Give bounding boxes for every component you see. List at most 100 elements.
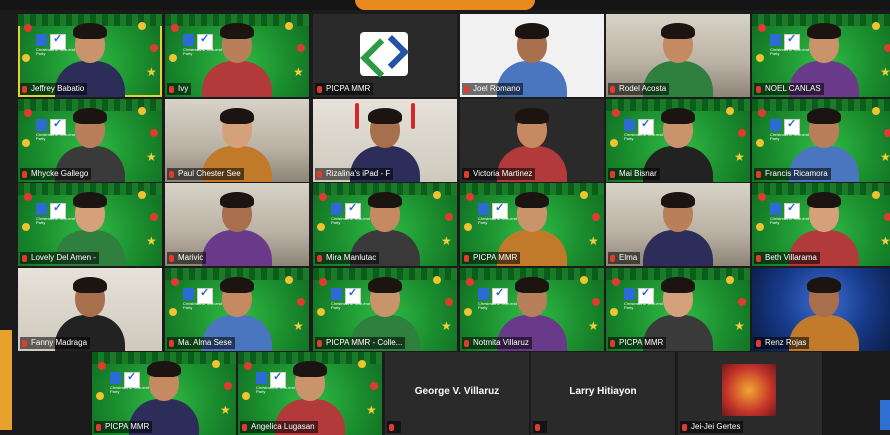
participant-nameplate: PICPA MMR <box>315 83 374 95</box>
participant-tile[interactable]: ★ ✓ Christmas & Year-end Party Ivy <box>165 14 309 97</box>
ornament-icon <box>610 308 618 316</box>
ornament-icon <box>884 44 890 52</box>
participant-tile[interactable]: Marivic <box>165 183 309 266</box>
ornament-icon <box>138 107 146 115</box>
participant-name-large: Larry Hitiayon <box>569 386 637 397</box>
microphone-muted-icon <box>169 85 174 93</box>
participant-name: Renz Rojas <box>765 338 807 347</box>
participant-nameplate: Joel Romano <box>462 83 524 95</box>
ornament-icon <box>884 129 890 137</box>
ornament-icon <box>756 139 764 147</box>
ornament-icon <box>612 278 620 286</box>
participant-tile[interactable]: ★ ✓ Christmas & Year-end Party Ma. Alma Ses… <box>165 268 309 351</box>
participant-tile[interactable]: Jei-Jei Gertes <box>678 352 822 435</box>
participant-nameplate <box>387 421 401 433</box>
ornament-icon <box>169 308 177 316</box>
participant-nameplate: PICPA MMR <box>608 337 667 349</box>
participant-tile[interactable]: Renz Rojas <box>752 268 890 351</box>
participant-tile[interactable]: Rodel Acosta <box>606 14 750 97</box>
participant-tile[interactable]: ★ ✓ Christmas & Year-end Party NOEL CANLAS <box>752 14 890 97</box>
participant-nameplate: Ma. Alma Sese <box>167 337 235 349</box>
participant-tile[interactable]: ★ ✓ Christmas & Year-end Party Lovely Del A… <box>18 183 162 266</box>
ornament-icon <box>138 22 146 30</box>
participant-tile[interactable]: ★ ✓ Christmas & Year-end Party Jeffrey Baba… <box>18 14 162 97</box>
participant-tile[interactable]: ★ ✓ Christmas & Year-end Party Beth Villara… <box>752 183 890 266</box>
left-decor-strip <box>0 330 12 430</box>
star-icon: ★ <box>220 403 231 417</box>
ornament-icon <box>244 362 252 370</box>
ornament-icon <box>592 213 600 221</box>
ornament-icon <box>24 193 32 201</box>
participant-name: Rodel Acosta <box>619 84 667 93</box>
participant-tile[interactable]: ★ ✓ Christmas & Year-end Party Mhycke Galle… <box>18 99 162 182</box>
ornament-icon <box>22 139 30 147</box>
ornament-icon <box>319 193 327 201</box>
microphone-muted-icon <box>464 254 469 262</box>
participant-tile[interactable]: ★ ✓ Christmas & Year-end Party PICPA MMR <box>92 352 236 435</box>
ornament-icon <box>872 191 880 199</box>
participant-nameplate: Angelica Lugasan <box>240 421 318 433</box>
participant-tile[interactable]: ★ ✓ Christmas & Year-end Party PICPA MMR - … <box>313 268 457 351</box>
participant-nameplate: Jei-Jei Gertes <box>680 421 744 433</box>
participant-name: NOEL CANLAS <box>765 84 821 93</box>
ornament-icon <box>445 298 453 306</box>
participant-nameplate: Elma <box>608 252 641 264</box>
ornament-icon <box>758 109 766 117</box>
microphone-muted-icon <box>317 254 322 262</box>
participant-tile[interactable]: Rizalina's iPad - F <box>313 99 457 182</box>
microphone-muted-icon <box>756 254 761 262</box>
microphone-muted-icon <box>317 339 322 347</box>
participant-tile[interactable]: ★ ✓ Christmas & Year-end Party Mai Bisnar <box>606 99 750 182</box>
ornament-icon <box>756 223 764 231</box>
ornament-icon <box>464 223 472 231</box>
ornament-icon <box>592 298 600 306</box>
ornament-icon <box>464 308 472 316</box>
ornament-icon <box>171 24 179 32</box>
ornament-icon <box>171 278 179 286</box>
participant-tile[interactable]: ★ ✓ Christmas & Year-end Party Angelica Lug… <box>238 352 382 435</box>
ornament-icon <box>580 191 588 199</box>
participant-name: Elma <box>619 253 638 262</box>
microphone-muted-icon <box>682 423 687 431</box>
participant-tile[interactable]: Victoria Martinez <box>460 99 604 182</box>
participant-tile[interactable]: Larry Hitiayon <box>531 352 675 435</box>
participant-nameplate: Renz Rojas <box>754 337 810 349</box>
ornament-icon <box>169 54 177 62</box>
microphone-muted-icon <box>389 423 394 431</box>
star-icon: ★ <box>588 234 599 248</box>
participant-tile[interactable]: Joel Romano <box>460 14 604 97</box>
participant-name: PICPA MMR <box>619 338 664 347</box>
microphone-muted-icon <box>22 339 27 347</box>
participant-name: Fanny Madraga <box>31 338 88 347</box>
star-icon: ★ <box>734 319 745 333</box>
star-icon: ★ <box>146 234 157 248</box>
participant-tile[interactable]: Paul Chester See <box>165 99 309 182</box>
participant-name: PICPA MMR <box>105 422 150 431</box>
participant-name: Paul Chester See <box>178 169 241 178</box>
star-icon: ★ <box>366 403 377 417</box>
participant-tile[interactable]: ★ ✓ Christmas & Year-end Party Notmita Vill… <box>460 268 604 351</box>
participant-tile[interactable]: ★ ✓ Christmas & Year-end Party Mira Manluta… <box>313 183 457 266</box>
participant-tile[interactable]: ★ ✓ Christmas & Year-end Party PICPA MMR <box>606 268 750 351</box>
orange-decor-tab <box>355 0 535 10</box>
participant-tile[interactable]: ★ ✓ Christmas & Year-end Party Francis Rica… <box>752 99 890 182</box>
microphone-muted-icon <box>756 85 761 93</box>
microphone-muted-icon <box>464 85 469 93</box>
ornament-icon <box>242 392 250 400</box>
participant-nameplate: Victoria Martinez <box>462 168 536 180</box>
participant-tile[interactable]: Fanny Madraga <box>18 268 162 351</box>
ornament-icon <box>24 109 32 117</box>
antler-headband <box>411 103 415 129</box>
ornament-icon <box>445 213 453 221</box>
participant-tile[interactable]: ★ ✓ Christmas & Year-end Party PICPA MMR <box>460 183 604 266</box>
christmas-poster-image <box>722 364 776 416</box>
microphone-muted-icon <box>610 170 615 178</box>
ornament-icon <box>758 193 766 201</box>
ornament-icon <box>285 276 293 284</box>
participant-name: PICPA MMR <box>326 84 371 93</box>
antler-headband <box>355 103 359 129</box>
participant-tile[interactable]: Elma <box>606 183 750 266</box>
participant-nameplate: Rizalina's iPad - F <box>315 168 394 180</box>
participant-tile[interactable]: PICPA MMR <box>313 14 457 97</box>
participant-tile[interactable]: George V. Villaruz <box>385 352 529 435</box>
